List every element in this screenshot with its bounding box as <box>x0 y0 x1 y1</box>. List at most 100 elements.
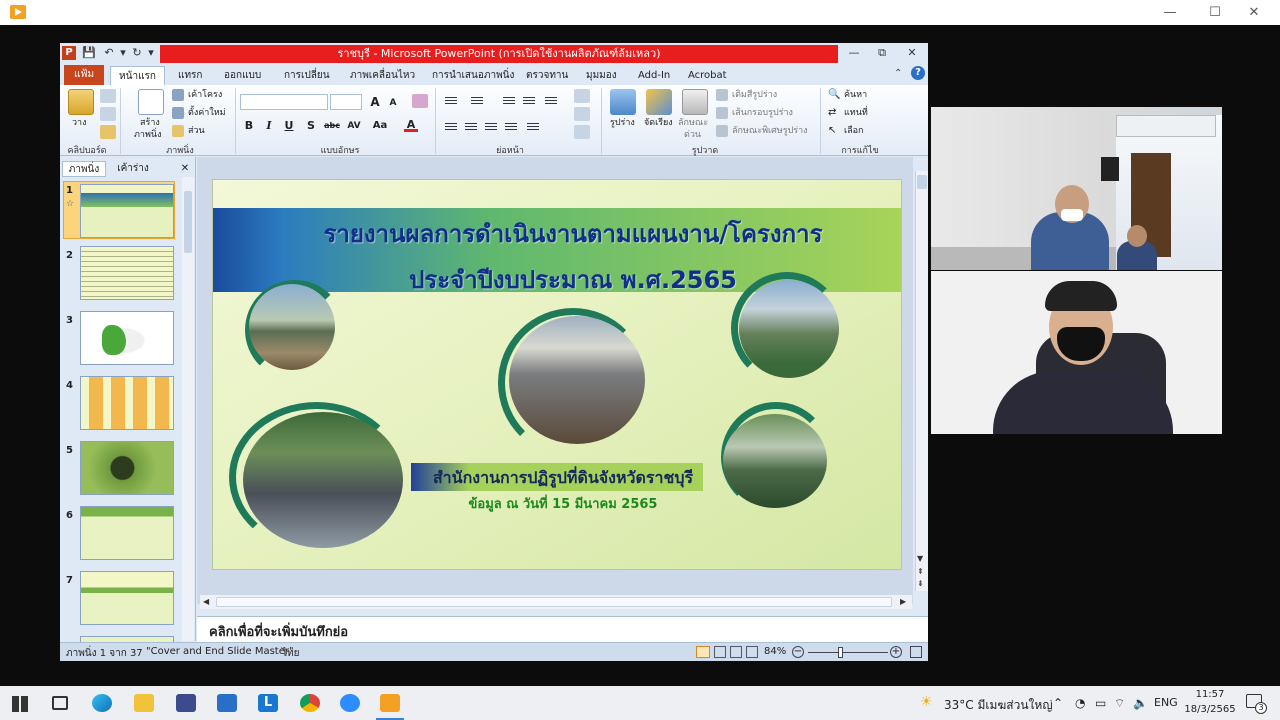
shapes-icon[interactable] <box>610 89 636 115</box>
shape-outline-button[interactable]: เส้นกรอบรูปร่าง <box>732 107 793 119</box>
copy-icon[interactable] <box>100 107 116 121</box>
smartart-icon[interactable] <box>574 125 590 139</box>
zoom-icon[interactable] <box>340 694 360 712</box>
arrange-icon[interactable] <box>646 89 672 115</box>
theme-name[interactable]: "Cover and End Slide Master" <box>146 646 294 657</box>
line-spacing-icon[interactable] <box>544 95 558 107</box>
hscroll-thumb[interactable] <box>216 597 892 607</box>
shapes-button[interactable]: รูปร่าง <box>610 117 635 129</box>
fit-to-window-icon[interactable] <box>910 646 922 658</box>
clear-format-icon[interactable] <box>412 94 428 108</box>
new-slide-icon[interactable] <box>138 89 164 115</box>
text-direction-icon[interactable] <box>574 89 590 103</box>
bullets-icon[interactable] <box>444 95 458 107</box>
quick-styles-label-2[interactable]: ด่วน <box>684 129 701 141</box>
battery-icon[interactable]: ▭ <box>1095 696 1106 710</box>
slide-vertical-scrollbar[interactable]: ▼ ⇞ ⇟ <box>915 171 928 591</box>
start-icon[interactable] <box>12 696 28 712</box>
slide-thumbnail[interactable]: 2 <box>60 246 182 306</box>
show-hidden-icons-icon[interactable]: ⌃ <box>1053 696 1063 710</box>
outer-minimize-button[interactable]: — <box>1150 3 1190 23</box>
slide-thumbnail[interactable]: 3 <box>60 311 182 371</box>
replace-button[interactable]: แทนที่ <box>844 107 868 119</box>
cut-icon[interactable] <box>100 89 116 103</box>
panel-scrollbar[interactable] <box>182 177 194 641</box>
grow-font-button[interactable]: A <box>368 95 382 109</box>
shape-effects-button[interactable]: ลักษณะพิเศษรูปร่าง <box>732 125 808 137</box>
weather-icon[interactable]: ☀ <box>920 694 933 710</box>
tab-slides-panel[interactable]: ภาพนิ่ง <box>62 161 106 177</box>
reset-icon[interactable] <box>172 107 184 119</box>
tab-review[interactable]: ตรวจทาน <box>522 66 572 85</box>
help-icon[interactable]: ? <box>911 66 925 80</box>
data-date[interactable]: ข้อมูล ณ วันที่ 15 มีนาคม 2565 <box>418 493 708 514</box>
find-button[interactable]: ค้นหา <box>844 89 867 101</box>
slide-photo[interactable] <box>249 284 335 370</box>
align-left-icon[interactable] <box>444 121 458 133</box>
save-icon[interactable]: 💾 <box>82 46 96 60</box>
justify-icon[interactable] <box>504 121 518 133</box>
tab-view[interactable]: มุมมอง <box>582 66 621 85</box>
file-explorer-icon[interactable] <box>134 694 154 712</box>
vscroll-thumb[interactable] <box>917 175 927 189</box>
scroll-left-arrow-icon[interactable]: ◀ <box>203 597 209 606</box>
ppt-minimize-button[interactable]: — <box>840 45 868 61</box>
paste-icon[interactable] <box>68 89 94 115</box>
find-icon[interactable]: 🔍 <box>828 89 840 100</box>
underline-button[interactable]: U <box>282 119 296 133</box>
strikethrough-button[interactable]: abc <box>322 119 342 133</box>
decrease-indent-icon[interactable] <box>502 95 516 107</box>
char-spacing-button[interactable]: AV <box>344 119 364 133</box>
undo-dropdown-icon[interactable]: ▾ <box>116 46 130 60</box>
close-panel-icon[interactable]: ✕ <box>178 161 192 177</box>
slide-photo[interactable] <box>243 412 403 548</box>
quick-styles-label-1[interactable]: ลักษณะ <box>678 117 708 129</box>
outer-maximize-button[interactable]: ☐ <box>1195 3 1235 23</box>
chrome-icon[interactable] <box>300 694 320 712</box>
tab-transitions[interactable]: การเปลี่ยน <box>280 66 334 85</box>
slide-title-line-1[interactable]: รายงานผลการดำเนินงานตามแผนงาน/โครงการ <box>293 214 853 253</box>
task-view-icon[interactable] <box>52 696 68 710</box>
organization-name[interactable]: สำนักงานการปฏิรูปที่ดินจังหวัดราชบุรี <box>418 464 708 492</box>
previous-slide-icon[interactable]: ⇞ <box>917 567 924 576</box>
media-player-icon[interactable] <box>380 694 400 712</box>
new-slide-label-2[interactable]: ภาพนิ่ง <box>134 129 161 141</box>
layout-icon[interactable] <box>172 89 184 101</box>
italic-button[interactable]: I <box>262 119 276 133</box>
slide-photo[interactable] <box>723 414 827 508</box>
weather-text[interactable]: 33°C มีเมฆส่วนใหญ่ <box>944 696 1053 715</box>
tab-home[interactable]: หน้าแรก <box>110 66 165 85</box>
scroll-right-arrow-icon[interactable]: ▶ <box>900 597 906 606</box>
slide-thumbnail[interactable]: 7 <box>60 571 182 631</box>
slide-sorter-icon[interactable] <box>714 646 726 658</box>
next-slide-icon[interactable]: ⇟ <box>917 579 924 588</box>
quick-styles-icon[interactable] <box>682 89 708 115</box>
font-color-button[interactable]: A <box>404 118 418 132</box>
change-case-button[interactable]: Aa <box>370 119 390 133</box>
undo-icon[interactable]: ↶ <box>102 46 116 60</box>
columns-icon[interactable] <box>526 121 540 133</box>
font-size-dropdown[interactable] <box>330 94 362 110</box>
replace-icon[interactable]: ⇄ <box>828 107 836 118</box>
network-icon[interactable]: ◔ <box>1075 696 1085 710</box>
tab-insert[interactable]: แทรก <box>174 66 206 85</box>
tab-outline-panel[interactable]: เค้าร่าง <box>108 161 158 177</box>
shape-fill-icon[interactable] <box>716 89 728 101</box>
zoom-slider-thumb[interactable] <box>838 647 843 658</box>
select-icon[interactable]: ↖ <box>828 125 836 136</box>
customize-qat-icon[interactable]: ▾ <box>144 46 158 60</box>
input-language[interactable]: ENG <box>1154 696 1178 709</box>
bold-button[interactable]: B <box>242 119 256 133</box>
tab-file[interactable]: แฟ้ม <box>64 65 104 85</box>
slide[interactable]: รายงานผลการดำเนินงานตามแผนงาน/โครงการ ปร… <box>212 179 902 570</box>
slide-horizontal-scrollbar[interactable]: ◀ ▶ <box>200 595 912 609</box>
clock-time[interactable]: 11:57 <box>1186 689 1234 700</box>
section-icon[interactable] <box>172 125 184 137</box>
slide-thumbnail[interactable]: 6 <box>60 506 182 566</box>
slide-photo[interactable] <box>739 280 839 378</box>
mail-icon[interactable] <box>217 694 237 712</box>
slide-photo[interactable] <box>509 316 645 444</box>
normal-view-icon[interactable] <box>696 646 710 658</box>
wifi-icon[interactable]: ⌔ <box>1114 696 1125 711</box>
shape-fill-button[interactable]: เติมสีรูปร่าง <box>732 89 777 101</box>
